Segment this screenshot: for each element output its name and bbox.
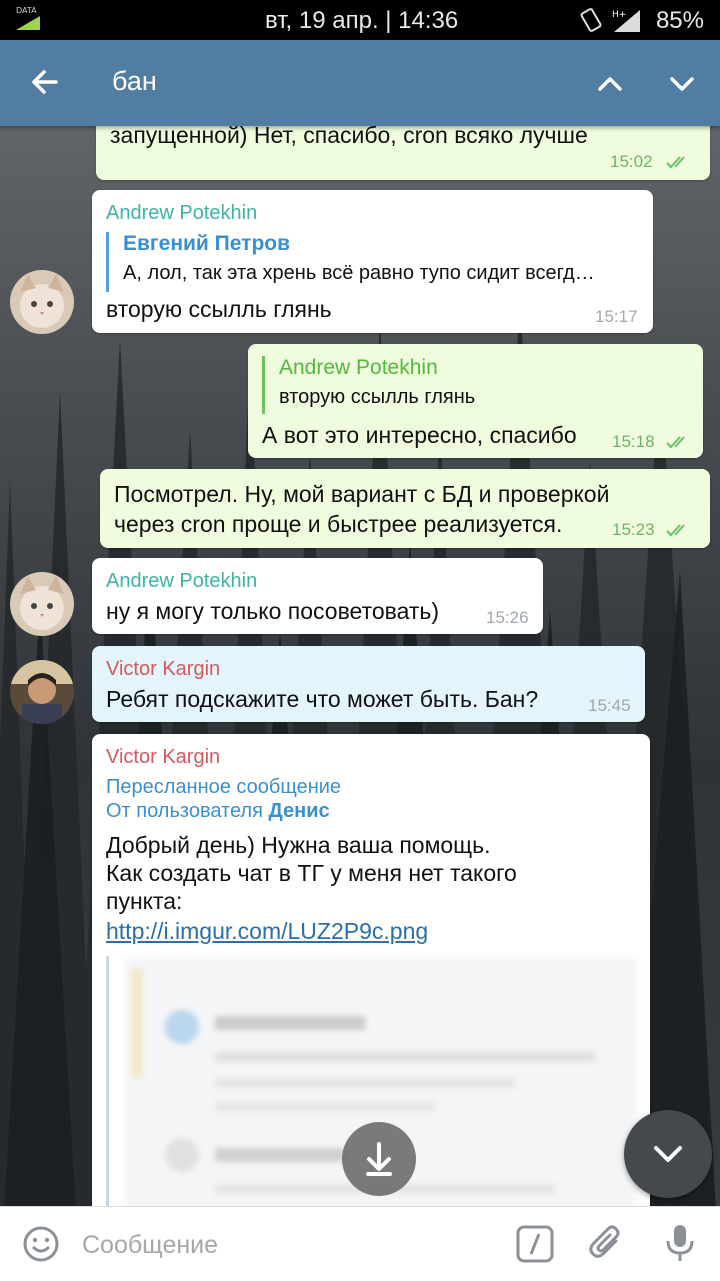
avatar-victor[interactable] (10, 660, 74, 724)
message-bubble[interactable]: Andrew Potekhin Евгений Петров А, лол, т… (92, 190, 653, 333)
message-time: 15:26 (486, 608, 529, 627)
message-text-line: Добрый день) Нужна ваша помощь. (106, 832, 491, 858)
download-button[interactable] (342, 1122, 416, 1196)
message-text: ну я могу только посоветовать) (106, 598, 440, 624)
attach-icon[interactable] (588, 1225, 626, 1263)
message-time: 15:18 (612, 432, 655, 451)
read-checkmarks-icon (666, 156, 685, 169)
battery-level: 85% (655, 7, 704, 34)
avatar-andrew[interactable] (10, 572, 74, 636)
reply-text: А, лол, так эта хрень всё равно тупо сид… (123, 262, 595, 284)
reply-text: вторую ссылль глянь (279, 386, 476, 408)
message-input[interactable]: Сообщение (82, 1231, 218, 1260)
sender-name[interactable]: Victor Kargin (106, 658, 220, 681)
message-text: запущенной) Нет, спасибо, cron всяко луч… (110, 122, 588, 148)
message-bubble[interactable]: Andrew Potekhin ну я могу только посовет… (92, 558, 543, 634)
message-text-line: Посмотрел. Ну, мой вариант с БД и провер… (114, 481, 610, 507)
emoji-icon[interactable] (22, 1225, 60, 1263)
reply-author: Andrew Potekhin (279, 356, 438, 379)
vibrate-icon (580, 8, 602, 32)
message-text: вторую ссылль глянь (106, 296, 332, 322)
sender-name[interactable]: Victor Kargin (106, 746, 220, 769)
read-checkmarks-icon (666, 436, 685, 449)
download-arrow-icon (366, 1142, 392, 1176)
back-arrow-icon[interactable] (26, 62, 62, 102)
status-datetime: вт, 19 апр. | 14:36 (265, 7, 459, 34)
svg-text:H+: H+ (612, 10, 626, 20)
message-composer: Сообщение (0, 1206, 720, 1281)
chevron-up-icon[interactable] (590, 64, 630, 104)
status-bar: DATA вт, 19 апр. | 14:36 H+ 85% (0, 0, 720, 40)
reply-preview[interactable]: Andrew Potekhin вторую ссылль глянь (262, 356, 699, 414)
sender-name[interactable]: Andrew Potekhin (106, 570, 257, 593)
search-query[interactable]: бан (112, 66, 157, 97)
message-text-line: Как создать чат в ТГ у меня нет такого (106, 860, 517, 886)
message-time: 15:17 (595, 307, 638, 326)
message-link[interactable]: http://i.imgur.com/LUZ2P9c.png (106, 918, 428, 945)
forwarded-from-prefix: От пользователя (106, 800, 263, 822)
sender-name[interactable]: Andrew Potekhin (106, 202, 257, 225)
data-indicator: DATA (16, 6, 37, 15)
message-text: Ребят подскажите что может быть. Бан? (106, 686, 539, 712)
message-text-line: через cron проще и быстрее реализуется. (114, 511, 563, 537)
search-bar: бан (0, 40, 720, 126)
data-signal-icon (16, 16, 40, 30)
message-text-line: пункта: (106, 888, 183, 914)
forwarded-from-user[interactable]: Денис (269, 800, 330, 822)
message-text: А вот это интересно, спасибо (262, 422, 577, 448)
message-time: 15:23 (612, 520, 655, 539)
chevron-down-icon[interactable] (662, 64, 702, 104)
forwarded-label: Пересланное сообщение (106, 776, 342, 798)
reply-author: Евгений Петров (123, 232, 291, 255)
reply-preview[interactable]: Евгений Петров А, лол, так эта хрень всё… (106, 232, 643, 292)
forwarded-from[interactable]: От пользователя Денис (106, 800, 330, 823)
avatar-andrew[interactable] (10, 270, 74, 334)
message-bubble-highlighted[interactable]: Victor Kargin Ребят подскажите что может… (92, 646, 645, 722)
signal-icon: H+ (612, 10, 640, 32)
bot-command-icon[interactable] (516, 1225, 554, 1263)
message-bubble[interactable]: Andrew Potekhin вторую ссылль глянь А во… (248, 344, 703, 458)
message-bubble[interactable]: Посмотрел. Ну, мой вариант с БД и провер… (100, 469, 710, 548)
message-time: 15:45 (588, 696, 631, 715)
chevron-down-icon (654, 1146, 682, 1162)
read-checkmarks-icon (666, 524, 685, 537)
microphone-icon[interactable] (664, 1223, 696, 1265)
scroll-to-bottom-button[interactable] (624, 1110, 712, 1198)
message-time: 15:02 (610, 152, 653, 171)
